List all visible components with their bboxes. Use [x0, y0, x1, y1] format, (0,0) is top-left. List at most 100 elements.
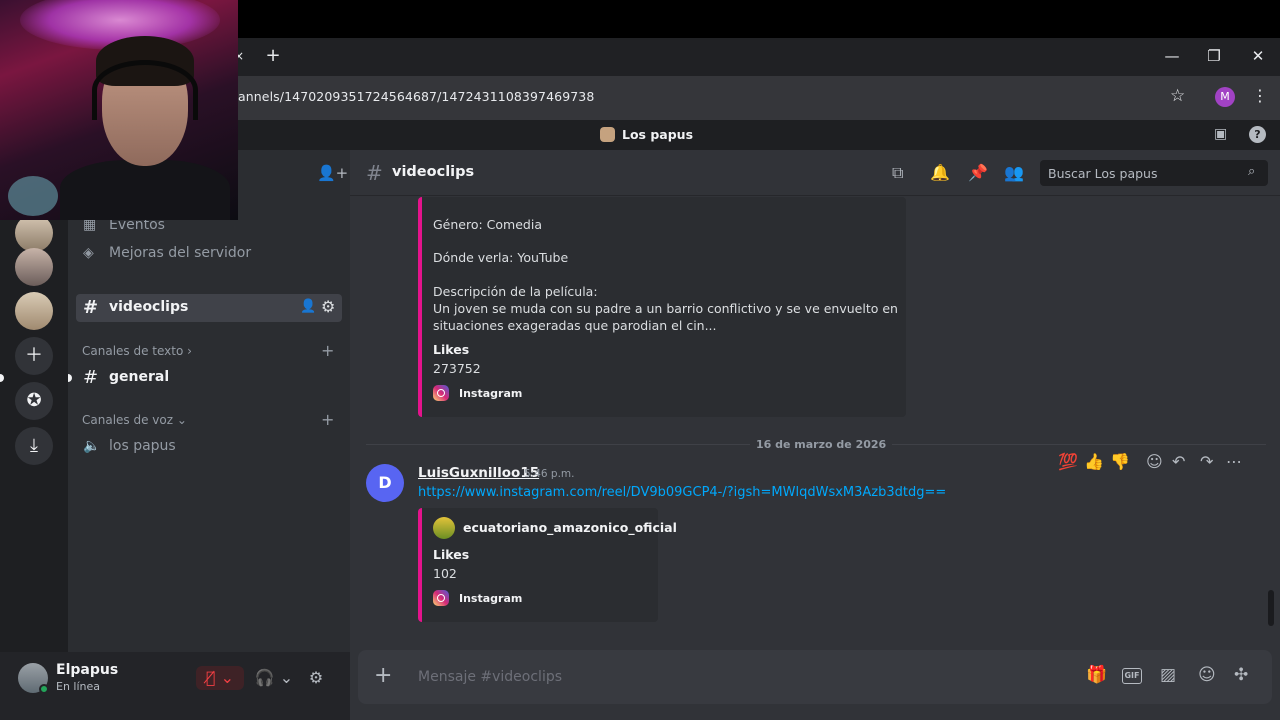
- message-composer[interactable]: + Mensaje #videoclips 🎁 GIF ▨ ☺ ✣: [358, 650, 1272, 704]
- server-title: Los papus: [622, 127, 694, 142]
- instagram-embed-2: ecuatoriano_amazonico_oficial Likes 102 …: [418, 508, 677, 622]
- user-panel: Elpapus En línea 🎙̸ ⌄ 🎧 ⌄ ⚙: [0, 652, 350, 720]
- instagram-icon: [433, 590, 449, 606]
- date-divider: 16 de marzo de 2026: [750, 438, 893, 451]
- discord-title-bar: Los papus ▣ ?: [238, 120, 1280, 150]
- embed-likes-label: Likes: [433, 547, 470, 562]
- more-options-icon[interactable]: ⋯: [1226, 452, 1242, 471]
- search-placeholder: Buscar Los papus: [1048, 166, 1158, 181]
- address-bar: annels/1470209351724564687/1472431108397…: [238, 76, 1280, 120]
- new-tab-button[interactable]: +: [264, 46, 282, 66]
- webcam-overlay: [0, 0, 238, 220]
- composer-placeholder[interactable]: Mensaje #videoclips: [418, 669, 562, 685]
- inbox-icon[interactable]: ▣: [1214, 126, 1227, 142]
- embed-genre: Género: Comedia: [433, 217, 542, 232]
- reaction-thumbs-up-button[interactable]: 👍: [1084, 452, 1104, 471]
- download-icon[interactable]: ⤓: [15, 427, 53, 465]
- user-status-text: En línea: [56, 680, 101, 693]
- channel-sidebar: 👤+ ▦ Eventos ◈ Mejoras del servidor # vi…: [0, 150, 350, 652]
- channel-videoclips[interactable]: # videoclips 👤 ⚙: [76, 294, 342, 322]
- add-voice-channel-icon[interactable]: +: [321, 410, 334, 429]
- member-list-icon[interactable]: 👥: [1004, 163, 1024, 182]
- add-text-channel-icon[interactable]: +: [321, 341, 334, 360]
- channel-label: videoclips: [109, 299, 189, 315]
- message-timestamp: 5:46 p.m.: [524, 468, 575, 480]
- category-label: Canales de voz: [82, 413, 174, 427]
- message-author[interactable]: LuisGuxnilloo15: [418, 465, 539, 481]
- server-icon: [600, 127, 615, 142]
- server-list: ＋ ✪ ⤓: [0, 150, 68, 652]
- channel-label: los papus: [109, 438, 176, 454]
- category-label: Canales de texto: [82, 344, 184, 358]
- emoji-icon[interactable]: ☺: [1198, 665, 1216, 685]
- minimize-button[interactable]: —: [1162, 46, 1182, 66]
- settings-gear-icon[interactable]: ⚙: [321, 297, 335, 316]
- chat-main: # videoclips ⧉ 🔔 📌 👥 Buscar Los papus ⌕ …: [350, 150, 1280, 720]
- embed-likes-value: 102: [433, 566, 457, 581]
- search-input[interactable]: Buscar Los papus ⌕: [1040, 160, 1268, 186]
- message-avatar[interactable]: D: [366, 464, 404, 502]
- gift-icon[interactable]: 🎁: [1086, 665, 1107, 685]
- boost-icon: ◈: [83, 245, 94, 261]
- embed-where: Dónde verla: YouTube: [433, 250, 569, 265]
- deafen-headphones-button[interactable]: 🎧 ⌄: [252, 666, 296, 690]
- sticker-icon[interactable]: ▨: [1160, 665, 1176, 685]
- threads-icon[interactable]: ⧉: [892, 163, 903, 183]
- reply-icon[interactable]: ↶: [1172, 452, 1185, 471]
- reaction-thumbs-down-button[interactable]: 👎: [1110, 452, 1130, 471]
- hash-icon: #: [83, 297, 99, 318]
- instagram-embed-1: Género: Comedia Dónde verla: YouTube Des…: [418, 197, 906, 417]
- user-settings-gear-icon[interactable]: ⚙: [304, 666, 328, 690]
- bookmark-star-icon[interactable]: ☆: [1170, 86, 1185, 106]
- embed-author-avatar: [433, 517, 455, 539]
- attach-plus-icon[interactable]: +: [374, 663, 392, 688]
- add-server-icon[interactable]: ＋: [15, 337, 53, 375]
- forward-icon[interactable]: ↷: [1200, 452, 1213, 471]
- embed-likes-label: Likes: [433, 342, 470, 357]
- embed-description-title: Descripción de la película:: [433, 284, 598, 299]
- message-link[interactable]: https://www.instagram.com/reel/DV9b09GCP…: [418, 485, 946, 500]
- gif-icon[interactable]: GIF: [1122, 668, 1142, 684]
- instagram-icon: [433, 385, 449, 401]
- profile-avatar[interactable]: M: [1215, 87, 1235, 107]
- chat-scrollbar[interactable]: [1268, 590, 1274, 626]
- invite-people-icon[interactable]: 👤+: [317, 164, 348, 182]
- maximize-button[interactable]: ❐: [1204, 46, 1224, 66]
- embed-author-name[interactable]: ecuatoriano_amazonico_oficial: [463, 520, 677, 535]
- embed-description-line: Un joven se muda con su padre a un barri…: [433, 301, 898, 316]
- hash-icon: #: [366, 161, 383, 185]
- speaker-icon: 🔈: [83, 438, 101, 454]
- channel-label: general: [109, 369, 170, 385]
- server-icon-2[interactable]: [15, 248, 53, 286]
- headset: [92, 60, 198, 120]
- channel-voice-los-papus[interactable]: 🔈 los papus: [76, 433, 342, 461]
- explore-compass-icon[interactable]: ✪: [15, 382, 53, 420]
- reaction-100-button[interactable]: 💯: [1058, 452, 1078, 471]
- browser-menu-icon[interactable]: ⋮: [1252, 86, 1268, 105]
- pinned-messages-icon[interactable]: 📌: [968, 163, 988, 182]
- close-window-button[interactable]: ✕: [1248, 46, 1268, 66]
- help-icon[interactable]: ?: [1249, 126, 1266, 143]
- notification-bell-icon[interactable]: 🔔: [930, 163, 950, 182]
- server-icon-3[interactable]: [15, 292, 53, 330]
- channel-title: videoclips: [392, 164, 475, 180]
- hash-icon: #: [83, 367, 99, 388]
- sidebar-item-boosts[interactable]: ◈ Mejoras del servidor: [76, 240, 342, 268]
- url-field[interactable]: annels/1470209351724564687/1472431108397…: [238, 89, 594, 104]
- apps-icon[interactable]: ✣: [1234, 665, 1248, 685]
- text-channels-category[interactable]: Canales de texto ›: [82, 344, 192, 358]
- embed-description-line: situaciones exageradas que parodian el c…: [433, 318, 717, 333]
- invite-icon[interactable]: 👤: [300, 299, 316, 314]
- embed-likes-value: 273752: [433, 361, 481, 376]
- sidebar-item-label: Mejoras del servidor: [109, 245, 252, 261]
- channel-header: # videoclips ⧉ 🔔 📌 👥 Buscar Los papus ⌕: [350, 150, 1280, 196]
- add-reaction-icon[interactable]: ☺: [1146, 452, 1163, 471]
- voice-channels-category[interactable]: Canales de voz ⌄: [82, 413, 187, 427]
- embed-provider[interactable]: Instagram: [459, 387, 522, 400]
- channel-general[interactable]: # general: [76, 364, 342, 392]
- background-object: [8, 176, 58, 216]
- username[interactable]: Elpapus: [56, 662, 118, 678]
- embed-provider[interactable]: Instagram: [459, 592, 522, 605]
- search-icon: ⌕: [1248, 164, 1256, 179]
- mute-microphone-button[interactable]: 🎙̸ ⌄: [196, 666, 244, 690]
